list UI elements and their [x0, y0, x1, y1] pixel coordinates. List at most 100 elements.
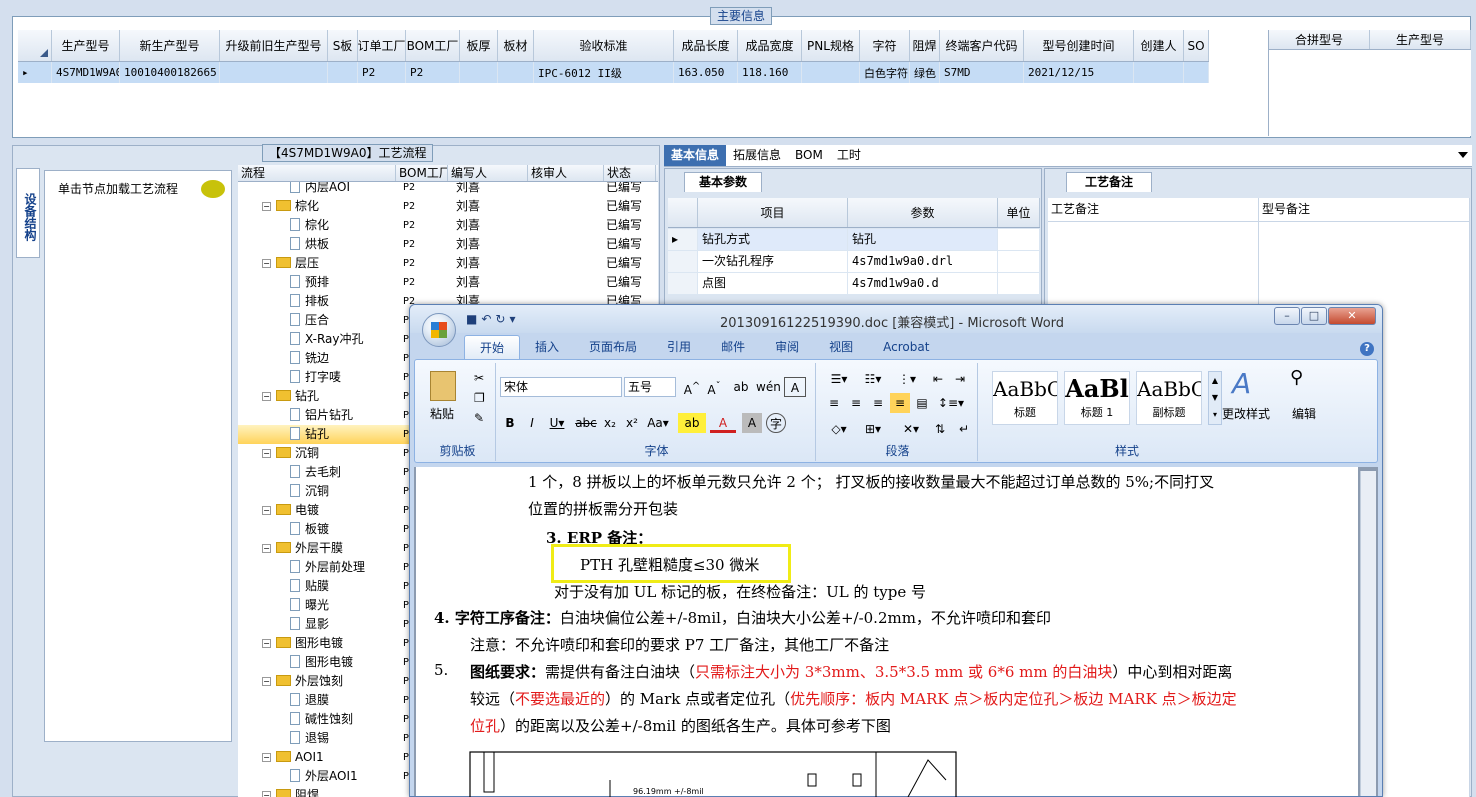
grid-col-7[interactable]: 板厚: [460, 30, 498, 61]
grid-cell-1[interactable]: 4S7MD1W9A0: [52, 62, 120, 83]
param-col-item[interactable]: 项目: [698, 198, 848, 227]
param-cell[interactable]: [998, 273, 1040, 294]
tree-node[interactable]: 板镀: [290, 520, 329, 539]
align-left-icon[interactable]: ≡: [824, 393, 844, 413]
ribbon-tab-7[interactable]: Acrobat: [868, 335, 944, 359]
tree-node[interactable]: 压合: [290, 311, 329, 330]
chevron-down-icon[interactable]: [1458, 152, 1468, 158]
font-size-select[interactable]: 五号: [624, 377, 676, 397]
ribbon-tab-1[interactable]: 插入: [520, 335, 574, 359]
close-button[interactable]: ✕: [1328, 307, 1376, 325]
grid-col-10[interactable]: 成品长度: [674, 30, 738, 61]
grid-cell-18[interactable]: [1184, 62, 1209, 83]
tree-node[interactable]: 棕化: [290, 216, 329, 235]
param-cell[interactable]: 钻孔方式: [698, 229, 848, 250]
enclose-char-icon[interactable]: 字: [766, 413, 786, 433]
line-spacing-icon[interactable]: ↕≡▾: [936, 393, 966, 413]
grid-cell-17[interactable]: [1134, 62, 1184, 83]
phonetic-guide-icon[interactable]: wén: [756, 377, 781, 397]
tree-node[interactable]: 内层AOI: [290, 182, 350, 197]
grid-cell-10[interactable]: 163.050: [674, 62, 738, 83]
style-card[interactable]: AaBbC 副标题: [1136, 371, 1202, 425]
vertical-scrollbar[interactable]: [1360, 471, 1376, 796]
numbering-icon[interactable]: ☷▾: [858, 369, 888, 389]
tab-process-notes[interactable]: 工艺备注: [1066, 172, 1153, 192]
tree-node[interactable]: 曝光: [290, 596, 329, 615]
grid-cell-8[interactable]: [498, 62, 534, 83]
distribute-icon[interactable]: ▤: [912, 393, 932, 413]
grid-col-3[interactable]: 升级前旧生产型号: [220, 30, 328, 61]
grid-cell-12[interactable]: [802, 62, 860, 83]
tree-node[interactable]: 沉铜: [276, 444, 319, 463]
tree-node[interactable]: 退膜: [290, 691, 329, 710]
param-cell[interactable]: [998, 251, 1040, 272]
change-styles-icon[interactable]: A: [1232, 367, 1251, 400]
font-color-icon[interactable]: A: [710, 413, 736, 433]
tree-node[interactable]: 图形电镀: [276, 634, 343, 653]
style-card[interactable]: AaBl 标题 1: [1064, 371, 1130, 425]
tab-right-2[interactable]: BOM: [788, 145, 830, 166]
sort-icon[interactable]: ⇅: [930, 419, 950, 439]
clear-format-icon[interactable]: ab: [730, 377, 752, 397]
grid-cell-3[interactable]: [220, 62, 328, 83]
tree-node[interactable]: 去毛刺: [290, 463, 341, 482]
ribbon-tab-3[interactable]: 引用: [652, 335, 706, 359]
bold-icon[interactable]: B: [500, 413, 520, 433]
merge-col-1[interactable]: 合拼型号: [1269, 30, 1370, 49]
tree-node[interactable]: X-Ray冲孔: [290, 330, 363, 349]
grid-cell-4[interactable]: [328, 62, 358, 83]
tree-node[interactable]: 贴膜: [290, 577, 329, 596]
param-row[interactable]: 点图 4s7md1w9a0.d: [668, 273, 1040, 295]
align-right-icon[interactable]: ≡: [868, 393, 888, 413]
undo-icon[interactable]: ↶: [481, 312, 495, 326]
grid-col-9[interactable]: 验收标准: [534, 30, 674, 61]
grid-col-1[interactable]: 生产型号: [52, 30, 120, 61]
tab-basic-params[interactable]: 基本参数: [684, 172, 763, 192]
expander-icon[interactable]: −: [262, 259, 271, 268]
expander-icon[interactable]: −: [262, 449, 271, 458]
tree-col-1[interactable]: BOM工厂: [396, 165, 448, 181]
tree-node[interactable]: 排板: [290, 292, 329, 311]
grid-col-18[interactable]: SO: [1184, 30, 1209, 61]
ribbon-tab-2[interactable]: 页面布局: [574, 335, 652, 359]
tree-node[interactable]: 碱性蚀刻: [290, 710, 353, 729]
grid-col-6[interactable]: BOM工厂: [406, 30, 460, 61]
grid-corner[interactable]: [18, 30, 52, 61]
tree-row[interactable]: 层压 − P2 刘喜 已编写: [238, 254, 658, 273]
grid-cell-16[interactable]: 2021/12/15: [1024, 62, 1134, 83]
align-center-icon[interactable]: ≡: [846, 393, 866, 413]
main-grid-row[interactable]: ▸ 4S7MD1W9A0 10010400182665 P2 P2 IPC-6012 II…: [18, 62, 1209, 83]
tree-node[interactable]: 层压: [276, 254, 319, 273]
tree-node[interactable]: 棕化: [276, 197, 319, 216]
multilevel-list-icon[interactable]: ⋮▾: [892, 369, 922, 389]
tree-node[interactable]: 退锡: [290, 729, 329, 748]
borders-icon[interactable]: ⊞▾: [858, 419, 888, 439]
grid-col-14[interactable]: 阻焊: [910, 30, 940, 61]
strikethrough-icon[interactable]: abc: [574, 413, 598, 433]
tree-node[interactable]: 外层蚀刻: [276, 672, 343, 691]
shading-icon[interactable]: ◇▾: [824, 419, 854, 439]
shrink-font-icon[interactable]: Aˇ: [704, 377, 724, 397]
expander-icon[interactable]: −: [262, 506, 271, 515]
cut-icon[interactable]: ✂: [474, 371, 484, 385]
decrease-indent-icon[interactable]: ⇤: [928, 369, 948, 389]
tab-right-0[interactable]: 基本信息: [664, 145, 727, 166]
expander-icon[interactable]: −: [262, 639, 271, 648]
tree-col-0[interactable]: 流程: [238, 165, 396, 181]
tree-node[interactable]: 铝片钻孔: [290, 406, 353, 425]
underline-icon[interactable]: U▾: [544, 413, 570, 433]
param-cell[interactable]: 4s7md1w9a0.d: [848, 273, 998, 294]
ribbon-tab-4[interactable]: 邮件: [706, 335, 760, 359]
grid-cell-9[interactable]: IPC-6012 II级: [534, 62, 674, 83]
grid-cell-6[interactable]: P2: [406, 62, 460, 83]
grid-col-12[interactable]: PNL规格: [802, 30, 860, 61]
styles-scroll[interactable]: ▲ ▼ ▾: [1208, 371, 1222, 425]
tree-col-3[interactable]: 核审人: [528, 165, 604, 181]
param-cell[interactable]: 4s7md1w9a0.drl: [848, 251, 998, 272]
ribbon-tab-5[interactable]: 审阅: [760, 335, 814, 359]
minimize-button[interactable]: –: [1274, 307, 1300, 325]
highlight-icon[interactable]: ab: [678, 413, 706, 433]
tree-row[interactable]: 内层AOI P2 刘喜 已编写: [238, 182, 658, 197]
expander-icon[interactable]: −: [262, 392, 271, 401]
tree-row[interactable]: 烘板 P2 刘喜 已编写: [238, 235, 658, 254]
